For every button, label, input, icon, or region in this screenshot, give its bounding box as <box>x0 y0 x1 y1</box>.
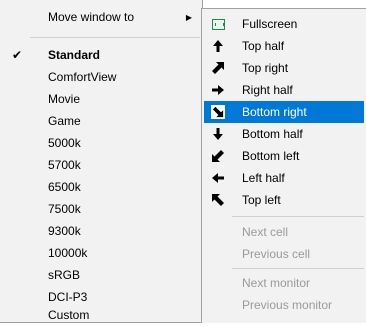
menu-item-9300k[interactable]: 9300k <box>2 220 200 242</box>
menu-item-label: 5000k <box>48 136 81 150</box>
submenu-item-label: Bottom right <box>242 105 307 119</box>
arrow-right-icon <box>210 82 226 98</box>
submenu-item-label: Bottom left <box>242 149 300 163</box>
menu-item-srgb[interactable]: sRGB <box>2 264 200 286</box>
submenu-item-bottom-right[interactable]: Bottom right <box>204 101 364 123</box>
menu-item-7500k[interactable]: 7500k <box>2 198 200 220</box>
submenu-item-top-left[interactable]: Top left <box>204 189 364 211</box>
checkmark-icon: ✔ <box>12 48 23 62</box>
arrow-up-icon <box>210 38 226 54</box>
submenu-item-right-half[interactable]: Right half <box>204 79 364 101</box>
menu-item-label: Custom <box>48 308 90 322</box>
menu-item-movie[interactable]: Movie <box>2 88 200 110</box>
move-window-submenu: Fullscreen Top half Top right Right half… <box>201 8 366 323</box>
menu-separator <box>232 268 364 269</box>
menu-item-label: DCI-P3 <box>48 290 88 304</box>
menu-item-label: ComfortView <box>48 70 117 84</box>
fullscreen-icon <box>210 16 226 32</box>
menu-item-5700k[interactable]: 5700k <box>2 154 200 176</box>
menu-item-label: 6500k <box>48 180 81 194</box>
menu-separator <box>30 37 200 38</box>
display-mode-menu: Move window to ▶ ✔ Standard ComfortView … <box>0 0 203 323</box>
arrow-left-icon <box>210 170 226 186</box>
menu-item-label: Standard <box>48 48 101 62</box>
submenu-item-label: Left half <box>242 171 285 185</box>
submenu-item-label: Fullscreen <box>242 17 298 31</box>
submenu-item-bottom-half[interactable]: Bottom half <box>204 123 364 145</box>
menu-item-label: Movie <box>48 92 81 106</box>
submenu-item-label: Top half <box>242 39 285 53</box>
arrow-down-right-icon <box>210 104 226 120</box>
submenu-item-label: Top left <box>242 193 281 207</box>
submenu-item-bottom-left[interactable]: Bottom left <box>204 145 364 167</box>
submenu-item-top-half[interactable]: Top half <box>204 35 364 57</box>
submenu-item-label: Previous cell <box>242 247 311 261</box>
menu-item-label: 10000k <box>48 246 88 260</box>
submenu-item-previous-monitor[interactable]: Previous monitor <box>204 294 364 316</box>
arrow-down-icon <box>210 126 226 142</box>
submenu-arrow-icon: ▶ <box>185 12 192 22</box>
menu-item-label: sRGB <box>48 268 81 282</box>
menu-separator <box>232 216 364 217</box>
arrow-down-left-icon <box>210 148 226 164</box>
menu-item-game[interactable]: Game <box>2 110 200 132</box>
submenu-item-top-right[interactable]: Top right <box>204 57 364 79</box>
menu-item-label: Game <box>48 114 81 128</box>
arrow-up-right-icon <box>210 60 226 76</box>
submenu-item-left-half[interactable]: Left half <box>204 167 364 189</box>
menu-item-comfortview[interactable]: ComfortView <box>2 66 200 88</box>
submenu-item-fullscreen[interactable]: Fullscreen <box>204 13 364 35</box>
submenu-item-label: Next monitor <box>242 276 311 290</box>
menu-item-6500k[interactable]: 6500k <box>2 176 200 198</box>
submenu-item-label: Next cell <box>242 225 289 239</box>
menu-item-5000k[interactable]: 5000k <box>2 132 200 154</box>
submenu-item-label: Right half <box>242 83 293 97</box>
submenu-item-previous-cell[interactable]: Previous cell <box>204 243 364 265</box>
arrow-up-left-icon <box>210 192 226 208</box>
menu-item-standard[interactable]: ✔ Standard <box>2 44 200 66</box>
submenu-item-label: Top right <box>242 61 289 75</box>
menu-item-label: 9300k <box>48 224 81 238</box>
submenu-item-label: Previous monitor <box>242 298 333 312</box>
menu-item-label: 7500k <box>48 202 81 216</box>
menu-item-move-window-to[interactable]: Move window to ▶ <box>2 6 200 28</box>
menu-item-label: Move window to <box>48 10 135 24</box>
submenu-item-next-cell[interactable]: Next cell <box>204 221 364 243</box>
menu-item-10000k[interactable]: 10000k <box>2 242 200 264</box>
menu-item-label: 5700k <box>48 158 81 172</box>
submenu-item-label: Bottom half <box>242 127 303 141</box>
submenu-item-next-monitor[interactable]: Next monitor <box>204 272 364 294</box>
